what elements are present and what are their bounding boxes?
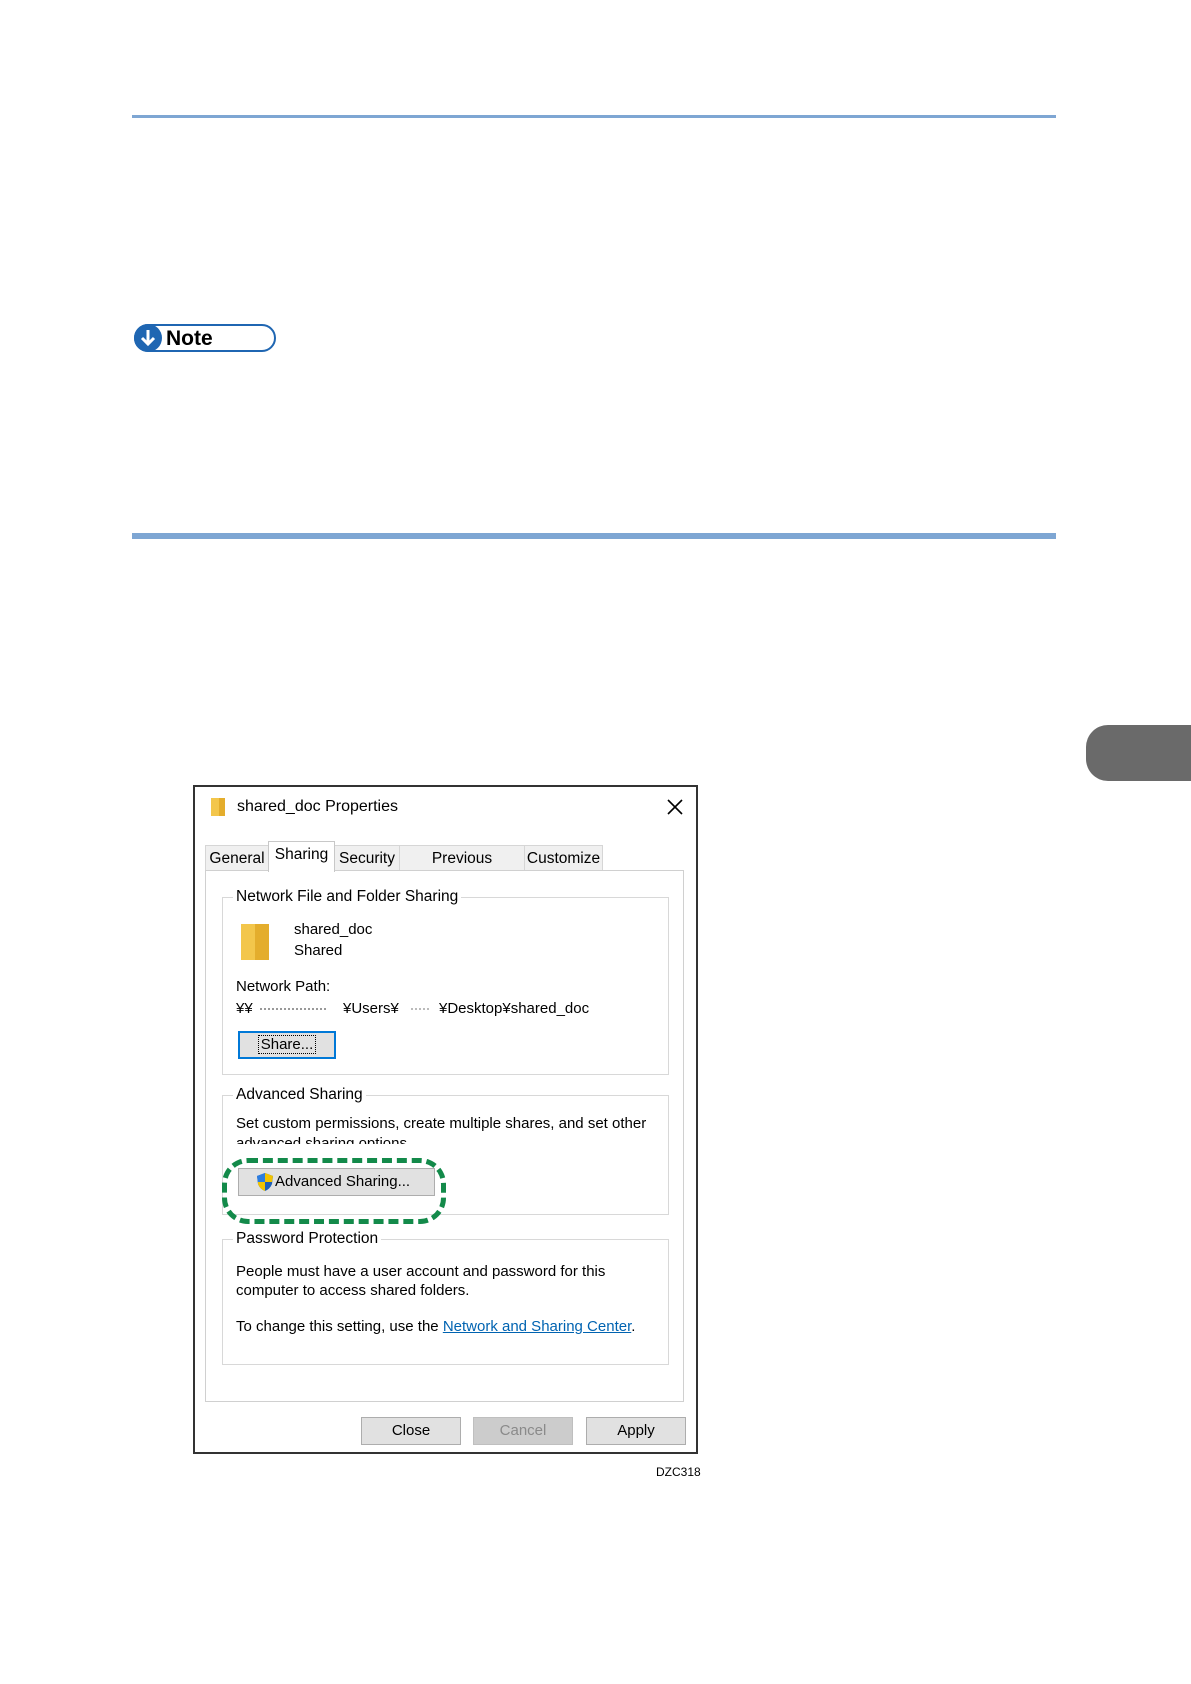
change-suffix: . [631, 1318, 636, 1335]
tab-customize[interactable]: Customize [524, 845, 603, 871]
figure-code: DZC318 [656, 1465, 701, 1479]
dialog-title: shared_doc Properties [237, 798, 398, 815]
close-icon[interactable] [665, 797, 685, 817]
cancel-button[interactable]: Cancel [473, 1417, 573, 1445]
password-line2: computer to access shared folders. [236, 1282, 470, 1299]
tab-previous-versions[interactable]: Previous Versions [399, 845, 525, 892]
highlight-ring [222, 1158, 446, 1224]
advanced-description-line1: Set custom permissions, create multiple … [236, 1115, 647, 1132]
group-title: Advanced Sharing [233, 1085, 366, 1105]
redacted-host [260, 1008, 326, 1012]
dialog-titlebar: shared_doc Properties [195, 787, 696, 829]
share-button[interactable]: Share... [238, 1031, 336, 1059]
password-protection-group: Password Protection People must have a u… [222, 1229, 669, 1365]
change-prefix: To change this setting, use the [236, 1318, 443, 1335]
group-title: Network File and Folder Sharing [233, 887, 462, 907]
advanced-description-clip: advanced sharing options. [236, 1134, 656, 1144]
group-title: Password Protection [233, 1229, 382, 1249]
tab-sharing[interactable]: Sharing [268, 841, 335, 872]
change-setting-text: To change this setting, use the Network … [236, 1317, 635, 1336]
password-line1: People must have a user account and pass… [236, 1263, 606, 1280]
folder-icon [211, 798, 225, 821]
path-prefix: ¥¥ [236, 1000, 253, 1017]
note-badge: Note [134, 324, 276, 352]
chapter-tab [1086, 725, 1191, 781]
folder-status: Shared [294, 942, 343, 959]
section-rule [132, 533, 1056, 539]
network-path-label: Network Path: [236, 978, 331, 995]
redacted-user [411, 1008, 429, 1012]
close-button[interactable]: Close [361, 1417, 461, 1445]
path-middle: ¥Users¥ [343, 1000, 399, 1017]
apply-button[interactable]: Apply [586, 1417, 686, 1445]
network-sharing-group: Network File and Folder Sharing shared_d… [222, 887, 669, 1075]
network-path-value: ¥¥ ¥Users¥ ¥Desktop¥shared_doc [236, 999, 656, 1019]
network-sharing-center-link[interactable]: Network and Sharing Center [443, 1318, 631, 1335]
sharing-panel: Network File and Folder Sharing shared_d… [205, 870, 684, 1402]
header-rule [132, 115, 1056, 118]
tab-security[interactable]: Security [334, 845, 400, 871]
advanced-description-line2: advanced sharing options. [236, 1135, 412, 1144]
note-label: Note [166, 327, 213, 350]
shared-folder-icon [241, 924, 269, 965]
folder-name: shared_doc [294, 921, 373, 938]
properties-dialog: shared_doc Properties General Sharing Se… [193, 785, 698, 1454]
tab-general[interactable]: General [205, 845, 269, 871]
down-arrow-icon [134, 324, 162, 352]
path-suffix: ¥Desktop¥shared_doc [439, 1000, 590, 1017]
